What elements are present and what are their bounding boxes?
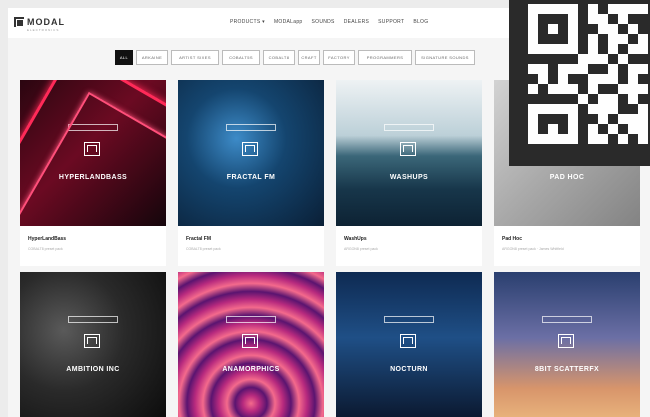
cover-badge — [384, 124, 434, 131]
filter-arkaine[interactable]: ARKAINE — [136, 50, 168, 65]
main-nav: PRODUCTS ▾ MODALapp SOUNDS DEALERS SUPPO… — [230, 19, 428, 25]
filter-craft[interactable]: CRAFT — [298, 50, 320, 65]
logo-icon — [14, 17, 24, 27]
product-card[interactable]: FRACTAL FM Fractal FM COBALT8 preset pac… — [178, 80, 324, 266]
product-cover[interactable]: HYPERLANDBASS — [20, 80, 166, 226]
logo[interactable]: MODAL — [14, 17, 65, 27]
filter-factory[interactable]: FACTORY — [323, 50, 355, 65]
product-name[interactable]: Fractal FM — [186, 236, 316, 242]
cover-title: PAD HOC — [549, 174, 585, 181]
nav-dealers[interactable]: DEALERS — [344, 19, 369, 25]
category-filters: ALL ARKAINE ARTIST SIXES COBALT5S COBALT… — [115, 50, 475, 65]
filter-artist-sixes[interactable]: ARTIST SIXES — [171, 50, 219, 65]
nav-products[interactable]: PRODUCTS ▾ — [230, 19, 265, 25]
modal-box-icon — [84, 142, 100, 156]
nav-support[interactable]: SUPPORT — [378, 19, 404, 25]
product-cover[interactable]: NOCTURN — [336, 272, 482, 417]
product-card[interactable]: 8BIT SCATTERFX — [494, 272, 640, 417]
cover-title: NOCTURN — [390, 366, 428, 373]
product-desc: ARGON8 preset pack — [344, 247, 378, 251]
modal-box-icon — [400, 334, 416, 348]
filter-programmers[interactable]: PROGRAMMERS — [358, 50, 412, 65]
product-desc: COBALT8 preset pack — [28, 247, 63, 251]
product-card[interactable]: ANAMORPHICS — [178, 272, 324, 417]
cover-badge — [542, 316, 592, 323]
product-cover[interactable]: WASHUPS — [336, 80, 482, 226]
filter-cobalt5s[interactable]: COBALT5S — [222, 50, 260, 65]
cover-title: 8BIT SCATTERFX — [534, 366, 600, 373]
product-card[interactable]: NOCTURN — [336, 272, 482, 417]
cover-badge — [68, 124, 118, 131]
modal-box-icon — [558, 334, 574, 348]
product-cover[interactable]: AMBITION INC — [20, 272, 166, 417]
product-desc: ARGON8 preset pack · James Whitfield — [502, 247, 564, 251]
product-card[interactable]: WASHUPS WashUps ARGON8 preset pack — [336, 80, 482, 266]
product-name[interactable]: Pad Hoc — [502, 236, 632, 242]
product-name[interactable]: WashUps — [344, 236, 474, 242]
qr-code-modules — [528, 4, 648, 144]
cover-badge — [226, 124, 276, 131]
nav-modalapp[interactable]: MODALapp — [274, 19, 303, 25]
logo-tagline: ELECTRONICS — [27, 28, 60, 32]
product-card[interactable]: AMBITION INC — [20, 272, 166, 417]
cover-badge — [68, 316, 118, 323]
logo-text: MODAL — [27, 17, 65, 27]
modal-box-icon — [400, 142, 416, 156]
product-cover[interactable]: FRACTAL FM — [178, 80, 324, 226]
filter-all[interactable]: ALL — [115, 50, 133, 65]
modal-box-icon — [84, 334, 100, 348]
product-desc: COBALT8 preset pack — [186, 247, 221, 251]
filter-cobalt8[interactable]: COBALT8 — [263, 50, 295, 65]
cover-title: FRACTAL FM — [226, 174, 276, 181]
cover-title: WASHUPS — [389, 174, 429, 181]
product-cover[interactable]: 8BIT SCATTERFX — [494, 272, 640, 417]
cover-title: HYPERLANDBASS — [58, 174, 128, 181]
qr-code — [509, 0, 650, 166]
product-card[interactable]: HYPERLANDBASS HyperLandBass COBALT8 pres… — [20, 80, 166, 266]
cover-badge — [226, 316, 276, 323]
modal-box-icon — [242, 334, 258, 348]
product-name[interactable]: HyperLandBass — [28, 236, 158, 242]
nav-blog[interactable]: BLOG — [413, 19, 428, 25]
cover-title: AMBITION INC — [66, 366, 120, 373]
filter-signature-sounds[interactable]: SIGNATURE SOUNDS — [415, 50, 475, 65]
cover-badge — [384, 316, 434, 323]
product-cover[interactable]: ANAMORPHICS — [178, 272, 324, 417]
modal-box-icon — [242, 142, 258, 156]
nav-sounds[interactable]: SOUNDS — [312, 19, 335, 25]
cover-title: ANAMORPHICS — [222, 366, 280, 373]
